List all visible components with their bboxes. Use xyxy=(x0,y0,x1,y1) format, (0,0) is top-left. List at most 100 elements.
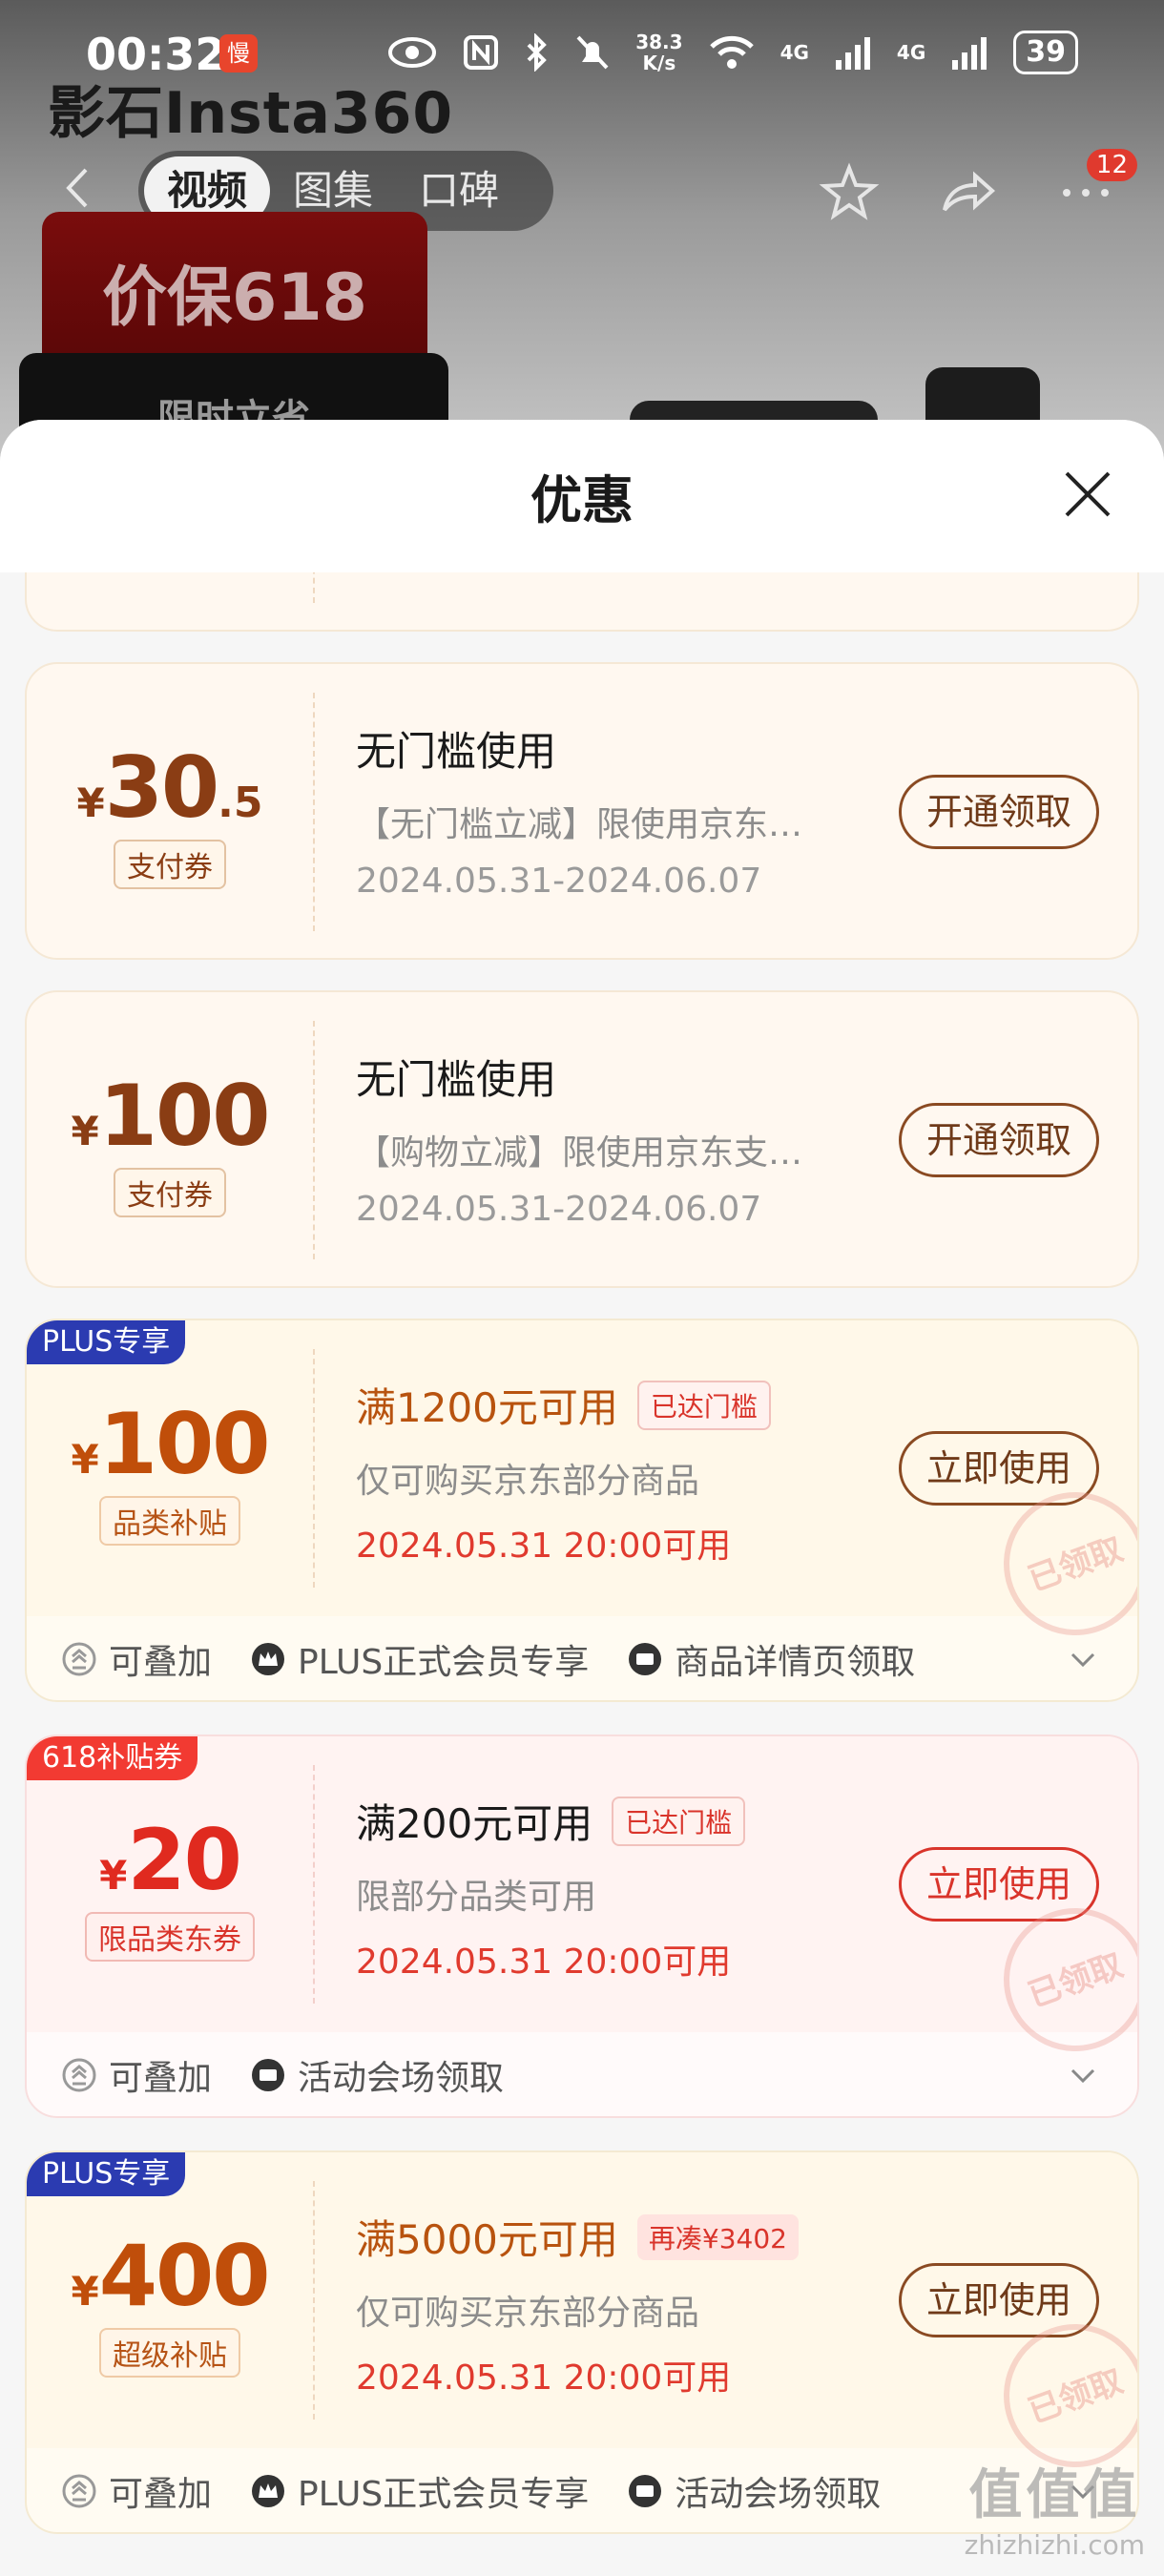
coupon-type-label: 支付券 xyxy=(114,840,226,889)
coupon-amount: 400 xyxy=(98,2227,271,2325)
back-arrow-icon[interactable] xyxy=(55,164,103,212)
currency-symbol: ¥ xyxy=(99,1852,128,1899)
threshold-met-chip: 已达门槛 xyxy=(636,1380,771,1430)
coupon-value: ¥100 支付券 xyxy=(27,992,313,1286)
coupon-type-label: 品类补贴 xyxy=(99,1496,240,1546)
coupon-title: 无门槛使用 xyxy=(356,1056,557,1103)
feature-claim-source: 活动会场领取 xyxy=(627,2466,881,2516)
coupon-divider xyxy=(313,1021,315,1259)
chevron-down-icon[interactable] xyxy=(1067,2059,1099,2091)
coupon-desc: 仅可购买京东部分商品 xyxy=(356,2294,700,2333)
signal-bars-icon xyxy=(952,37,987,70)
ticket-icon xyxy=(252,2059,285,2091)
coupon-title: 满1200元可用 已达门槛 xyxy=(356,1376,890,1434)
coupon-desc: 仅可购买京东部分商品 xyxy=(356,1462,700,1501)
coupon-amount: 30 xyxy=(104,738,219,837)
coupon-divider xyxy=(313,693,315,931)
bluetooth-icon xyxy=(527,33,548,72)
coupon-value: ¥100 品类补贴 xyxy=(27,1320,313,1616)
feature-plus-member: PLUS正式会员专享 xyxy=(250,2466,589,2516)
signal-bars-icon xyxy=(835,37,870,70)
coupon-title: 满5000元可用 再凑¥3402 xyxy=(356,2208,890,2266)
coupon-card: PLUS专享 ¥100 品类补贴 满1200元可用 已达门槛 仅可购买京东部分商品… xyxy=(25,1319,1139,1702)
coupon-amount-decimal: .5 xyxy=(218,779,263,827)
net-speed: 38.3 K/s xyxy=(635,31,683,74)
coupon-card-partial xyxy=(25,572,1139,632)
threshold-met-chip: 已达门槛 xyxy=(612,1796,746,1846)
coupon-desc: 限部分品类可用 xyxy=(356,1878,597,1917)
mute-bell-icon xyxy=(576,35,609,70)
sheet-header: 优惠 xyxy=(0,420,1164,572)
coupon-date: 2024.05.31-2024.06.07 xyxy=(356,1190,762,1229)
coupon-value: ¥20 限品类东券 xyxy=(27,1736,313,2032)
promo-banner: 价保618 xyxy=(42,212,427,364)
sheet-title: 优惠 xyxy=(530,470,634,530)
brand-title: 影石Insta360 xyxy=(48,80,454,147)
coupon-date: 2024.05.31 20:00可用 xyxy=(356,2358,732,2398)
coupon-desc: 【购物立减】限使用京东支… xyxy=(356,1133,803,1173)
wifi-icon xyxy=(709,35,754,69)
site-watermark: 值值值 zhizhizhi.com xyxy=(965,2452,1145,2561)
status-icons: 38.3 K/s 4G 4G 39 xyxy=(387,31,1078,74)
coupon-features: 可叠加 PLUS正式会员专享 商品详情页领取 xyxy=(27,1616,1137,1700)
coupon-sheet: 优惠 ¥30.5 支付券 无门槛使用 【无门槛立减】限使用京东… 2024.05… xyxy=(0,420,1164,2576)
coupon-type-label: 限品类东券 xyxy=(85,1912,255,1962)
coupon-amount: 100 xyxy=(98,1395,271,1493)
feature-stackable: 可叠加 xyxy=(61,1634,212,1684)
feature-claim-source: 商品详情页领取 xyxy=(627,1634,915,1684)
notification-badge: 12 xyxy=(1086,149,1137,181)
coupon-divider xyxy=(313,572,315,603)
signal-label-2: 4G xyxy=(896,41,926,64)
close-icon[interactable] xyxy=(1059,466,1116,523)
star-icon[interactable] xyxy=(819,162,880,223)
feature-claim-source: 活动会场领取 xyxy=(250,2050,504,2100)
ticket-icon xyxy=(629,1643,662,1675)
chevron-down-icon[interactable] xyxy=(1067,1643,1099,1675)
stack-icon xyxy=(62,1642,96,1676)
crown-icon xyxy=(252,2475,285,2507)
feature-stackable: 可叠加 xyxy=(61,2050,212,2100)
coupon-info: 满5000元可用 再凑¥3402 仅可购买京东部分商品 2024.05.31 20… xyxy=(356,2208,890,2399)
stack-icon xyxy=(62,2474,96,2508)
coupon-value: ¥400 超级补贴 xyxy=(27,2152,313,2448)
coupon-card: ¥30.5 支付券 无门槛使用 【无门槛立减】限使用京东… 2024.05.31… xyxy=(25,662,1139,960)
crown-icon xyxy=(252,1643,285,1675)
feature-plus-member: PLUS正式会员专享 xyxy=(250,1634,589,1684)
currency-symbol: ¥ xyxy=(71,2268,99,2315)
coupon-amount: 20 xyxy=(127,1811,241,1909)
remaining-amount-chip: 再凑¥3402 xyxy=(636,2213,799,2260)
coupon-value: ¥30.5 支付券 xyxy=(27,664,313,958)
coupon-divider xyxy=(313,1349,315,1588)
currency-symbol: ¥ xyxy=(71,1436,99,1483)
feature-stackable: 可叠加 xyxy=(61,2466,212,2516)
coupon-card: ¥100 支付券 无门槛使用 【购物立减】限使用京东支… 2024.05.31-… xyxy=(25,990,1139,1288)
more-menu[interactable]: 12 xyxy=(1055,149,1137,225)
claim-button[interactable]: 开通领取 xyxy=(898,1103,1099,1177)
currency-symbol: ¥ xyxy=(71,1108,99,1154)
coupon-info: 满200元可用 已达门槛 限部分品类可用 2024.05.31 20:00可用 xyxy=(356,1792,890,1984)
watermark-url: zhizhizhi.com xyxy=(964,2529,1145,2561)
coupon-list: ¥30.5 支付券 无门槛使用 【无门槛立减】限使用京东… 2024.05.31… xyxy=(0,572,1164,2576)
claim-button[interactable]: 开通领取 xyxy=(898,775,1099,849)
coupon-body: PLUS专享 ¥100 品类补贴 满1200元可用 已达门槛 仅可购买京东部分商品… xyxy=(27,1320,1137,1656)
coupon-desc: 【无门槛立减】限使用京东… xyxy=(356,805,803,844)
coupon-divider xyxy=(313,1765,315,2004)
stack-icon xyxy=(62,2058,96,2092)
coupon-body: PLUS专享 ¥400 超级补贴 满5000元可用 再凑¥3402 仅可购买京东部… xyxy=(27,2152,1137,2488)
currency-symbol: ¥ xyxy=(76,779,105,826)
coupon-card: 618补贴券 ¥20 限品类东券 满200元可用 已达门槛 限部分品类可用 202… xyxy=(25,1735,1139,2118)
coupon-info: 满1200元可用 已达门槛 仅可购买京东部分商品 2024.05.31 20:00… xyxy=(356,1376,890,1568)
coupon-divider xyxy=(313,2181,315,2420)
share-icon[interactable] xyxy=(937,162,998,223)
coupon-info: 无门槛使用 【购物立减】限使用京东支… 2024.05.31-2024.06.0… xyxy=(356,1048,890,1229)
coupon-info: 无门槛使用 【无门槛立减】限使用京东… 2024.05.31-2024.06.0… xyxy=(356,719,890,901)
coupon-date: 2024.05.31-2024.06.07 xyxy=(356,862,762,901)
ticket-icon xyxy=(629,2475,662,2507)
eye-icon xyxy=(388,37,437,68)
coupon-type-label: 超级补贴 xyxy=(99,2328,240,2378)
nav-actions: 12 xyxy=(819,149,1137,225)
coupon-title: 无门槛使用 xyxy=(356,728,557,775)
coupon-date: 2024.05.31 20:00可用 xyxy=(356,1527,732,1566)
coupon-type-label: 支付券 xyxy=(114,1168,226,1217)
coupon-title: 满200元可用 已达门槛 xyxy=(356,1792,890,1850)
